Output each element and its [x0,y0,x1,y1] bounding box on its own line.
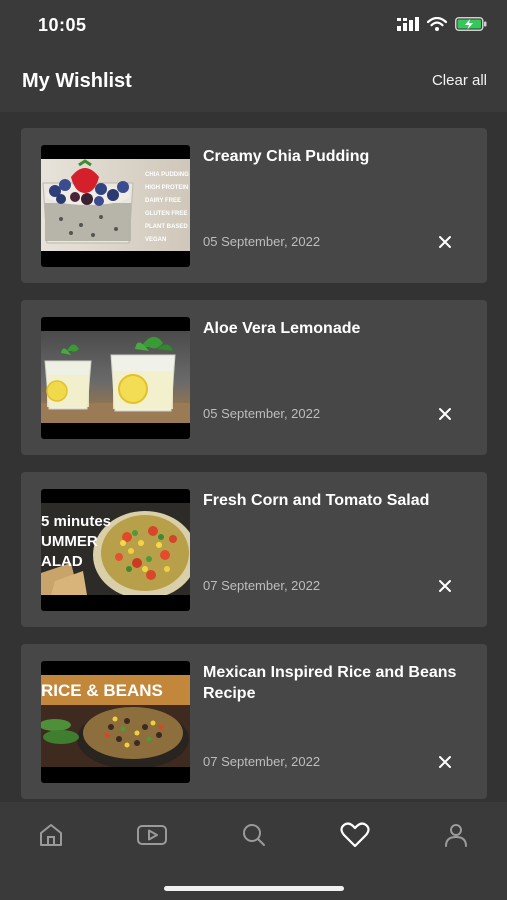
thumbnail-label: DAIRY FREE [145,198,182,204]
clear-all-button[interactable]: Clear all [432,72,487,89]
recipe-thumbnail[interactable]: 5 minutes UMMER ALAD [41,489,190,611]
home-indicator [164,886,344,891]
heart-icon [340,822,370,848]
thumbnail-label: RICE & BEANS [41,681,163,700]
status-bar: 10:05 [0,0,507,52]
profile-icon [445,824,467,847]
wishlist-item[interactable]: RICE & BEANS Mexican Inspired Rice and B… [21,644,487,799]
thumbnail-label: CHIA PUDDING [145,172,189,178]
search-icon [243,824,265,846]
thumbnail-label: 5 minutes [41,513,112,530]
remove-button[interactable] [433,402,457,426]
tab-search[interactable] [234,818,274,852]
tab-wishlist[interactable] [335,818,375,852]
header: My Wishlist Clear all [0,52,507,112]
saved-date: 05 September, 2022 [203,234,321,249]
thumbnail-label: PLANT BASED [145,224,188,230]
thumbnail-label: ALAD [41,553,83,570]
thumbnail-label: HIGH PROTEIN [145,185,189,191]
wifi-icon [427,17,447,31]
wishlist-item[interactable]: 5 minutes UMMER ALAD Fresh Corn and Toma… [21,472,487,627]
wishlist-item[interactable]: Aloe Vera Lemonade 05 September, 2022 [21,300,487,455]
close-icon [439,756,451,768]
thumbnail-label: GLUTEN FREE [145,211,188,217]
recipe-thumbnail[interactable]: CHIA PUDDING HIGH PROTEIN DAIRY FREE GLU… [41,145,190,267]
wishlist-list: CHIA PUDDING HIGH PROTEIN DAIRY FREE GLU… [0,112,507,802]
status-icons [397,17,487,31]
close-icon [439,408,451,420]
battery-charging-icon [455,17,487,31]
thumbnail-label: UMMER [41,533,98,550]
recipe-title[interactable]: Aloe Vera Lemonade [203,318,473,339]
recipe-title[interactable]: Creamy Chia Pudding [203,146,473,167]
remove-button[interactable] [433,574,457,598]
tab-home[interactable] [31,818,71,852]
close-icon [439,236,451,248]
close-icon [439,580,451,592]
status-time: 10:05 [38,15,87,35]
recipe-title[interactable]: Fresh Corn and Tomato Salad [203,490,473,511]
remove-button[interactable] [433,750,457,774]
tab-bar [0,802,507,900]
home-icon [40,824,62,846]
tab-profile[interactable] [436,818,476,852]
recipe-thumbnail[interactable]: RICE & BEANS [41,661,190,783]
tab-videos[interactable] [132,818,172,852]
thumbnail-label: VEGAN [145,237,167,243]
saved-date: 07 September, 2022 [203,754,321,769]
page-title: My Wishlist [22,70,132,92]
signal-icon [397,17,419,31]
video-play-icon [137,825,167,845]
saved-date: 07 September, 2022 [203,578,321,593]
recipe-thumbnail[interactable] [41,317,190,439]
recipe-title[interactable]: Mexican Inspired Rice and Beans Recipe [203,662,473,704]
lemonade-image [41,336,190,423]
saved-date: 05 September, 2022 [203,406,321,421]
remove-button[interactable] [433,230,457,254]
wishlist-item[interactable]: CHIA PUDDING HIGH PROTEIN DAIRY FREE GLU… [21,128,487,283]
